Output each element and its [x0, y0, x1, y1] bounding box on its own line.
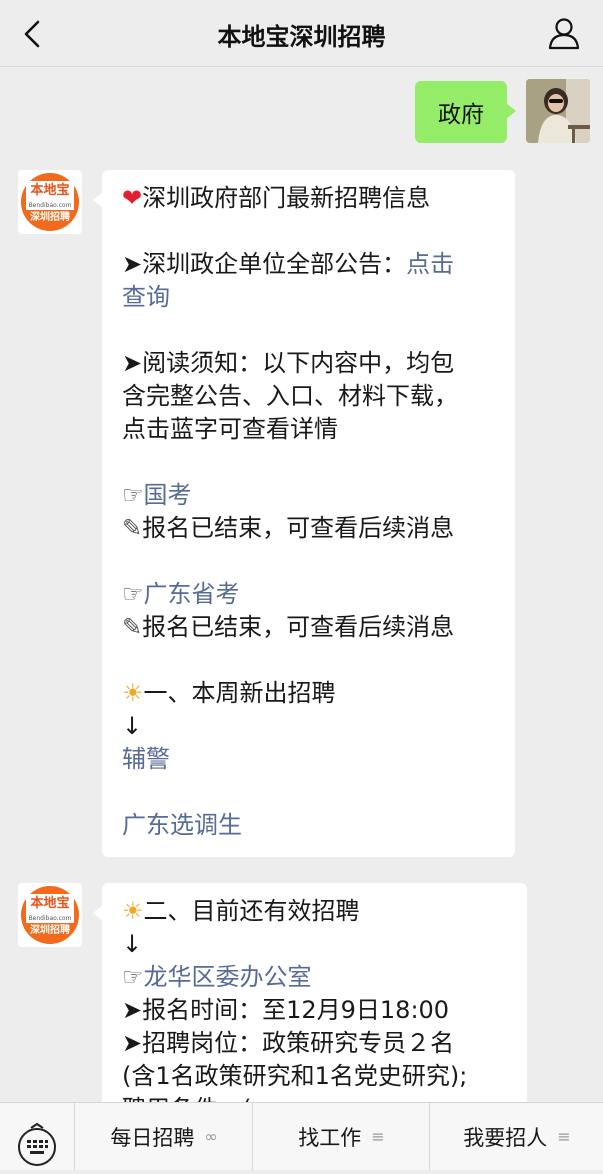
- positions-detail: (含1名政策研究和1名党史研究);: [122, 1062, 468, 1090]
- valid-heading: ☀二、目前还有效招聘: [122, 897, 360, 925]
- notice-link-cont[interactable]: 查询: [122, 283, 170, 311]
- notice-line-2: 查询: [122, 281, 495, 314]
- shengkao-status: ✎报名已结束，可查看后续消息: [122, 613, 455, 641]
- menu-daily-jobs[interactable]: 每日招聘 ∞: [74, 1103, 253, 1170]
- logo-site: Bendibao.com: [26, 201, 74, 210]
- bottom-menu-bar: 每日招聘 ∞ 找工作 ≡ 我要招人 ≡: [0, 1102, 603, 1170]
- sun-icon: ☀: [122, 897, 144, 925]
- reading-note-1: ➤阅读须知：以下内容中，均包: [122, 349, 455, 377]
- logo-brand: 本地宝: [26, 181, 74, 201]
- xuandiao-link[interactable]: 广东选调生: [122, 809, 495, 842]
- notice-line: ➤深圳政企单位全部公告：点击: [122, 250, 455, 278]
- keyboard-icon[interactable]: [0, 1103, 74, 1170]
- bot-message-bubble-2[interactable]: ☀二、目前还有效招聘 ↓ ☞龙华区委办公室 ➤报名时间：至12月9日18:00 …: [93, 883, 527, 1102]
- my-avatar[interactable]: [526, 79, 590, 143]
- down-arrow: ↓: [122, 712, 143, 740]
- message-heading: ❤深圳政府部门最新招聘信息: [122, 184, 431, 212]
- cut-off-line: 聘用条件：(...: [122, 1093, 507, 1102]
- shengkao-line: ☞广东省考: [122, 578, 495, 611]
- link-icon: ∞: [204, 1127, 218, 1146]
- top-nav-bar: 本地宝深圳招聘: [0, 0, 603, 67]
- shengkao-link[interactable]: 广东省考: [144, 580, 240, 608]
- logo-subtitle: 深圳招聘: [30, 212, 70, 223]
- notice-link[interactable]: 点击: [406, 250, 454, 278]
- logo-brand: 本地宝: [26, 894, 74, 914]
- heart-icon: ❤: [122, 184, 143, 212]
- menu-label: 我要招人: [463, 1125, 548, 1150]
- menu-find-job[interactable]: 找工作 ≡: [252, 1103, 430, 1170]
- down-arrow: ↓: [122, 930, 143, 958]
- menu-icon: ≡: [371, 1127, 385, 1146]
- menu-label: 找工作: [298, 1125, 362, 1150]
- my-message-bubble[interactable]: 政府: [415, 81, 516, 143]
- menu-hire[interactable]: 我要招人 ≡: [429, 1103, 603, 1170]
- logo-subtitle: 深圳招聘: [30, 925, 70, 936]
- person-icon[interactable]: [547, 16, 581, 50]
- bot-avatar[interactable]: 本地宝 Bendibao.com 深圳招聘: [18, 170, 82, 234]
- pointing-hand-icon: ☞: [122, 580, 144, 608]
- guokao-line: ☞国考: [122, 479, 495, 512]
- pencil-icon: ✎: [122, 613, 143, 641]
- reading-note-2: 含完整公告、入口、材料下载，: [122, 382, 458, 410]
- chat-area[interactable]: 政府 本地宝 Bendibao.com 深圳招聘 ❤深圳政府部门最新招聘信息 ➤…: [0, 66, 603, 1102]
- sun-icon: ☀: [122, 679, 144, 707]
- pointing-hand-icon: ☞: [122, 481, 144, 509]
- menu-icon: ≡: [557, 1127, 571, 1146]
- reading-note-3: 点击蓝字可查看详情: [122, 415, 338, 443]
- week-heading: ☀一、本周新出招聘: [122, 679, 336, 707]
- org-link[interactable]: 龙华区委办公室: [144, 963, 312, 991]
- logo-site: Bendibao.com: [26, 914, 74, 923]
- menu-label: 每日招聘: [110, 1125, 195, 1150]
- pencil-icon: ✎: [122, 514, 143, 542]
- my-message-text: 政府: [438, 102, 484, 128]
- chat-title: 本地宝深圳招聘: [217, 23, 386, 51]
- fujing-link[interactable]: 辅警: [122, 743, 495, 776]
- bot-message-bubble[interactable]: ❤深圳政府部门最新招聘信息 ➤深圳政企单位全部公告：点击 查询 ➤阅读须知：以下…: [93, 170, 515, 857]
- guokao-status: ✎报名已结束，可查看后续消息: [122, 514, 455, 542]
- org-line: ☞龙华区委办公室: [122, 961, 507, 994]
- positions: ➤招聘岗位：政策研究专员２名: [122, 1029, 455, 1057]
- bot-avatar[interactable]: 本地宝 Bendibao.com 深圳招聘: [18, 883, 82, 947]
- guokao-link[interactable]: 国考: [144, 481, 192, 509]
- reg-time: ➤报名时间：至12月9日18:00: [122, 996, 450, 1024]
- pointing-hand-icon: ☞: [122, 963, 144, 991]
